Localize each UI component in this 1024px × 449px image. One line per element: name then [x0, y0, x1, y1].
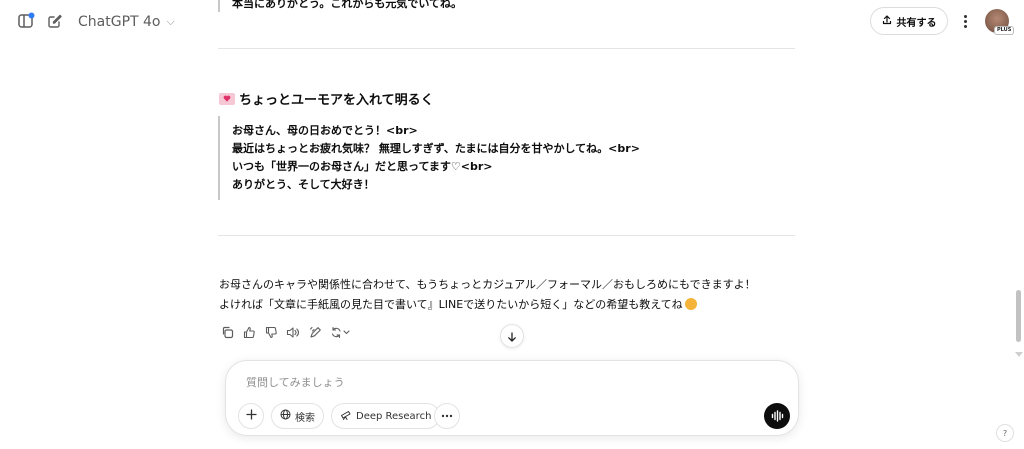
plan-badge: PLUS — [994, 26, 1015, 35]
divider — [218, 48, 795, 49]
model-selector[interactable]: ChatGPT 4o ⌵ — [70, 10, 183, 34]
quote-border-top — [218, 0, 220, 12]
scrollbar-thumb[interactable] — [1016, 290, 1021, 342]
share-button[interactable]: 共有する — [870, 7, 948, 35]
closing-paragraph: お母さんのキャラや関係性に合わせて、もうちょっとカジュアル／フォーマル／おもしろ… — [219, 275, 756, 315]
search-button[interactable]: 検索 — [271, 403, 324, 429]
scroll-arrow-down-icon[interactable] — [1015, 352, 1023, 357]
chevron-down-icon: ⌵ — [166, 15, 175, 28]
thumbs-up-icon[interactable] — [241, 324, 257, 340]
divider — [218, 235, 795, 236]
thumbs-down-icon[interactable] — [263, 324, 279, 340]
message-actions — [219, 324, 353, 340]
model-name: ChatGPT 4o — [78, 14, 161, 30]
waveform-icon — [771, 407, 784, 426]
arrow-down-icon — [507, 327, 517, 346]
prompt-input[interactable] — [246, 373, 726, 391]
closing-line: よければ「文章に手紙風の見た目で書いて』LINEで送りたいから短く」などの希望も… — [219, 298, 683, 311]
attach-button[interactable] — [238, 403, 264, 429]
edit-canvas-icon[interactable] — [307, 324, 323, 340]
read-aloud-icon[interactable] — [285, 324, 301, 340]
scrollbar[interactable] — [1014, 0, 1022, 449]
deep-research-label: Deep Research — [356, 410, 432, 422]
globe-icon — [280, 409, 291, 423]
section-heading-text: ちょっとユーモアを入れて明るく — [239, 93, 434, 108]
scroll-to-bottom-button[interactable] — [500, 324, 524, 348]
share-icon — [882, 14, 892, 28]
top-bar: ChatGPT 4o ⌵ 共有する PLUS — [0, 0, 1024, 42]
more-options-icon[interactable] — [957, 11, 973, 31]
share-label: 共有する — [896, 17, 937, 29]
plus-icon — [245, 409, 257, 423]
closing-line: お母さんのキャラや関係性に合わせて、もうちょっとカジュアル／フォーマル／おもしろ… — [219, 278, 756, 291]
help-button[interactable]: ? — [996, 424, 1014, 442]
quote-line: 最近はちょっとお疲れ気味？ 無理しすぎず、たまには自分を甘やかしてね。<br> — [232, 142, 640, 155]
quote-line: ありがとう、そして大好き！ — [232, 178, 375, 191]
search-label: 検索 — [295, 412, 315, 424]
quote-line: お母さん、母の日おめでとう！<br> — [232, 124, 418, 137]
deep-research-button[interactable]: Deep Research — [331, 403, 441, 429]
quote-line: いつも「世界一のお母さん」だと思ってます♡<br> — [232, 160, 493, 173]
copy-icon[interactable] — [219, 324, 235, 340]
voice-mode-button[interactable] — [764, 403, 790, 429]
heart-icon — [219, 92, 235, 105]
cut-off-quote-line: 本当にありがとう。これからも元気でいてね。 — [232, 0, 463, 10]
smiling-face-emoji-icon — [684, 298, 697, 310]
new-chat-icon[interactable] — [45, 11, 65, 31]
blockquote: お母さん、母の日おめでとう！<br> 最近はちょっとお疲れ気味？ 無理しすぎず、… — [218, 116, 778, 200]
regenerate-icon[interactable] — [329, 324, 353, 340]
message-composer: 検索 Deep Research — [225, 360, 799, 436]
sidebar-toggle-icon[interactable] — [16, 11, 36, 31]
telescope-icon — [340, 409, 352, 423]
more-tools-icon[interactable] — [434, 403, 460, 429]
section-heading: ちょっとユーモアを入れて明るく — [219, 89, 434, 108]
